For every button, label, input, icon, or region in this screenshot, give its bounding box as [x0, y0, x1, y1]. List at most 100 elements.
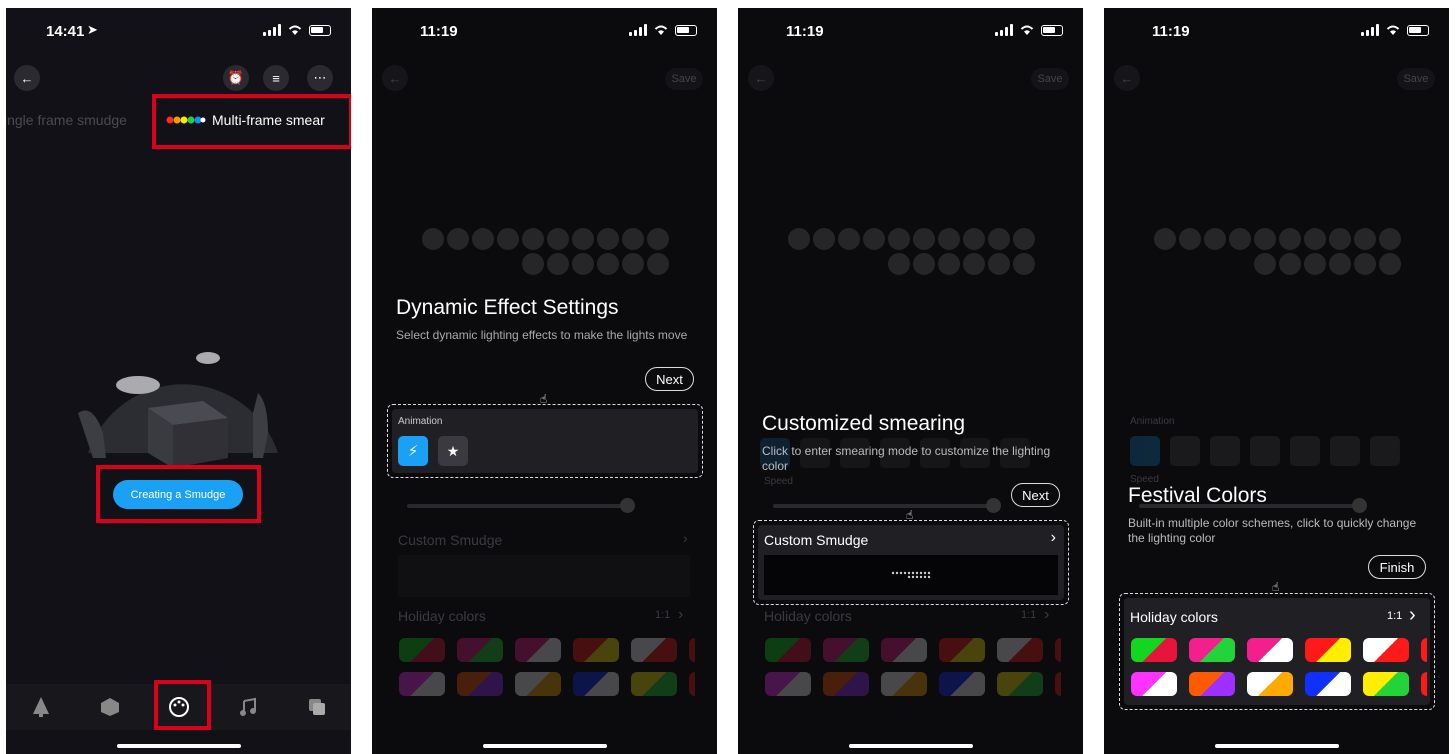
color-swatch[interactable] [515, 672, 561, 696]
color-swatch[interactable] [1189, 672, 1235, 696]
tree-icon[interactable] [26, 692, 56, 722]
color-swatch[interactable] [631, 672, 677, 696]
color-swatch[interactable] [823, 638, 869, 662]
status-bar: 11:19 [372, 22, 717, 42]
cube-icon[interactable] [95, 692, 125, 722]
save-button[interactable]: Save [1031, 68, 1069, 90]
color-swatch[interactable] [1189, 638, 1235, 662]
creating-smudge-button[interactable]: Creating a Smudge [113, 480, 243, 509]
led-preview [1154, 228, 1401, 275]
color-swatch[interactable] [939, 638, 985, 662]
color-swatch[interactable] [1305, 638, 1351, 662]
back-arrow-icon[interactable]: ← [14, 65, 40, 91]
speed-slider-thumb[interactable] [1352, 498, 1367, 513]
smudge-preview[interactable] [398, 555, 690, 597]
status-time: 11:19 [420, 23, 458, 40]
color-swatch[interactable] [1131, 672, 1177, 696]
swatch-row [765, 672, 1061, 696]
more-icon[interactable]: ⋯ [307, 65, 333, 91]
ratio-label[interactable]: 1:1 [1387, 610, 1402, 622]
speed-slider-thumb[interactable] [620, 498, 635, 513]
swatch-row [1131, 638, 1427, 662]
signal-icon [629, 24, 647, 36]
holiday-swatches [765, 638, 1061, 706]
animation-icons-dim [1130, 436, 1435, 466]
save-button[interactable]: Save [1397, 68, 1435, 90]
color-swatch[interactable] [1247, 638, 1293, 662]
finish-button[interactable]: Finish [1368, 555, 1426, 579]
battery-icon [1041, 24, 1063, 36]
battery-icon [675, 24, 697, 36]
highlight-box [154, 680, 211, 730]
guide-title: Customized smearing [762, 412, 966, 435]
color-swatch-partial[interactable] [1421, 638, 1427, 662]
animation-label: Animation [398, 416, 443, 427]
chevron-right-icon[interactable]: › [1044, 606, 1049, 624]
color-swatch[interactable] [765, 638, 811, 662]
copy-icon[interactable] [302, 692, 332, 722]
color-swatch[interactable] [573, 672, 619, 696]
color-swatch[interactable] [1131, 638, 1177, 662]
ratio-label[interactable]: 1:1 [655, 609, 670, 621]
animation-label: Animation [1130, 416, 1175, 427]
speed-slider-thumb[interactable] [986, 498, 1001, 513]
next-button[interactable]: Next [1011, 483, 1060, 507]
color-swatch[interactable] [765, 672, 811, 696]
color-swatch[interactable] [881, 672, 927, 696]
back-arrow-icon[interactable]: ← [382, 65, 408, 91]
custom-smudge-label[interactable]: Custom Smudge [398, 532, 502, 548]
guide-subtitle: Built-in multiple color schemes, click t… [1128, 516, 1417, 545]
ratio-label[interactable]: 1:1 [1021, 609, 1036, 621]
color-swatch[interactable] [1363, 672, 1409, 696]
screen-multi-frame-smear: 14:41 ➤ ← ⏰ ≡ ⋯ ingle frame smudge Multi… [6, 8, 351, 754]
tab-single-frame[interactable]: ingle frame smudge [6, 112, 127, 128]
color-swatch[interactable] [939, 672, 985, 696]
color-swatch-partial[interactable] [1421, 672, 1427, 696]
color-swatch[interactable] [457, 638, 503, 662]
color-swatch[interactable] [515, 638, 561, 662]
back-arrow-icon[interactable]: ← [1114, 65, 1140, 91]
custom-smudge-label: Custom Smudge [764, 532, 869, 548]
color-swatch[interactable] [399, 638, 445, 662]
chevron-right-icon[interactable]: › [678, 606, 683, 624]
color-swatch[interactable] [1247, 672, 1293, 696]
color-swatch[interactable] [997, 638, 1043, 662]
color-swatch[interactable] [1305, 672, 1351, 696]
color-swatch[interactable] [631, 638, 677, 662]
save-button[interactable]: Save [665, 68, 703, 90]
music-icon[interactable] [233, 692, 263, 722]
mini-dots-icon [891, 571, 931, 579]
color-swatch-partial[interactable] [689, 672, 695, 696]
star-icon[interactable]: ★ [438, 436, 468, 466]
speed-slider[interactable] [407, 504, 627, 508]
pointer-icon: ☝ [1272, 580, 1280, 594]
highlight-box [152, 94, 351, 149]
chevron-right-icon[interactable]: › [683, 530, 688, 546]
custom-smudge-panel[interactable]: Custom Smudge › [758, 525, 1064, 600]
lightning-icon[interactable]: ⚡ [398, 436, 428, 466]
playlist-icon[interactable]: ≡ [263, 65, 289, 91]
color-swatch[interactable] [823, 672, 869, 696]
signal-icon [263, 24, 281, 36]
color-swatch[interactable] [573, 638, 619, 662]
next-button[interactable]: Next [645, 367, 694, 391]
color-swatch[interactable] [457, 672, 503, 696]
color-swatch[interactable] [1363, 638, 1409, 662]
holiday-swatches[interactable] [1131, 638, 1427, 705]
color-swatch-partial[interactable] [1055, 638, 1061, 662]
wifi-icon [654, 25, 668, 35]
home-indicator [1214, 744, 1339, 748]
color-swatch-partial[interactable] [1055, 672, 1061, 696]
guide-title: Dynamic Effect Settings [396, 296, 619, 319]
color-swatch[interactable] [997, 672, 1043, 696]
back-arrow-icon[interactable]: ← [748, 65, 774, 91]
alarm-icon[interactable]: ⏰ [223, 65, 249, 91]
color-swatch[interactable] [881, 638, 927, 662]
guide-subtitle: Select dynamic lighting effects to make … [396, 328, 688, 342]
speed-label: Speed [764, 476, 793, 487]
color-swatch-partial[interactable] [689, 638, 695, 662]
color-swatch[interactable] [399, 672, 445, 696]
chevron-right-icon[interactable]: › [1409, 604, 1416, 627]
speed-slider[interactable] [773, 504, 993, 508]
holiday-colors-label: Holiday colors [398, 608, 486, 624]
